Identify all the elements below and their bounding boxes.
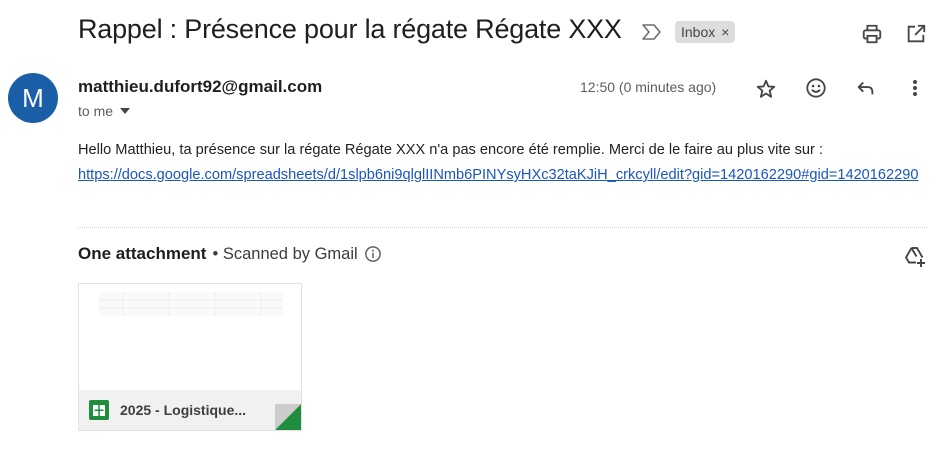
page-corner-fold — [275, 404, 301, 430]
sender-email[interactable]: matthieu.dufort92@gmail.com — [78, 77, 322, 97]
recipient-details-toggle[interactable]: to me — [78, 103, 131, 119]
star-icon — [756, 79, 776, 98]
label-chip-inbox: Inbox × — [675, 21, 736, 43]
google-sheets-icon — [89, 400, 109, 420]
add-reaction-button[interactable] — [802, 74, 830, 102]
emoji-reaction-icon — [806, 78, 826, 98]
scan-note: • Scanned by Gmail — [212, 244, 358, 263]
recipient-text: to me — [78, 103, 114, 119]
attachment-card[interactable]: 2025 - Logistique... — [78, 283, 302, 431]
importance-marker-icon[interactable] — [641, 22, 663, 42]
remove-label-button[interactable]: × — [721, 24, 729, 40]
attachments-heading: One attachment — [78, 244, 207, 263]
attachment-name: 2025 - Logistique... — [120, 402, 247, 418]
print-all-button[interactable] — [860, 22, 884, 46]
email-timestamp: 12:50 (0 minutes ago) — [580, 79, 717, 95]
reply-button[interactable] — [852, 74, 880, 102]
add-to-drive-icon[interactable] — [903, 244, 927, 268]
star-button[interactable] — [752, 75, 780, 103]
info-icon[interactable] — [364, 245, 382, 263]
attachments-divider — [78, 227, 927, 228]
sender-avatar[interactable]: M — [8, 73, 58, 123]
body-text: Hello Matthieu, ta présence sur la régat… — [78, 142, 824, 158]
reply-icon — [857, 81, 874, 95]
open-in-new-window-button[interactable] — [904, 22, 928, 46]
more-vertical-icon — [913, 80, 917, 96]
print-icon — [862, 24, 882, 44]
open-in-new-window-icon — [907, 24, 926, 43]
label-chip-text: Inbox — [681, 24, 716, 40]
attachments-header: One attachment • Scanned by Gmail — [78, 244, 382, 264]
more-options-button[interactable] — [901, 74, 929, 102]
email-body: Hello Matthieu, ta présence sur la régat… — [78, 138, 923, 188]
email-subject: Rappel : Présence pour la régate Régate … — [78, 14, 622, 44]
spreadsheet-link[interactable]: https://docs.google.com/spreadsheets/d/1… — [78, 167, 919, 183]
chevron-down-icon — [120, 108, 131, 114]
attachment-thumbnail — [99, 292, 283, 316]
